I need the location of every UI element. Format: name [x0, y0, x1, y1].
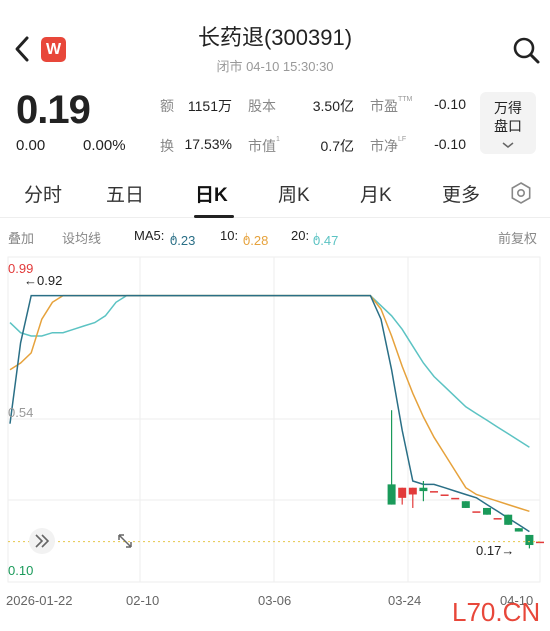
amount-label: 额: [160, 98, 174, 114]
turnover-label: 换: [160, 138, 174, 154]
candle-body: [451, 497, 460, 500]
ma10-label: 10:: [220, 228, 239, 243]
turnover-value: 17.53%: [184, 136, 232, 152]
candle-body: [514, 528, 523, 532]
overlay-button[interactable]: 叠加: [8, 228, 34, 247]
market-status: 闭市 04-10 15:30:30: [216, 59, 334, 74]
x-label: 02-10: [126, 593, 159, 608]
y-label-low: 0.10: [8, 563, 33, 578]
candle-body: [483, 507, 491, 515]
min-annotation: 0.17→: [476, 543, 514, 558]
wd-line1: 万得: [494, 100, 522, 116]
active-tab-indicator: [194, 215, 234, 218]
ma5-value: 0.23 ↓: [170, 228, 196, 248]
price-change-pct: 0.00%: [83, 137, 126, 154]
period-tabs: 分时 五日 日K 周K 月K 更多: [0, 166, 550, 218]
adjust-button[interactable]: 前复权: [498, 228, 537, 247]
ma5-label: MA5:: [134, 228, 165, 243]
chevron-down-icon: [502, 142, 514, 148]
candle-body: [387, 484, 396, 505]
mktcap-label: 市值1: [248, 136, 280, 154]
wd-line2: 盘口: [494, 118, 522, 134]
ma20-line: [9, 294, 530, 448]
ma5-line: [9, 294, 530, 533]
candles: [387, 410, 544, 549]
candle-body: [419, 487, 428, 492]
tab-monthly-k[interactable]: 月K: [360, 180, 392, 207]
candle-body: [408, 487, 417, 495]
ma-lines: [9, 294, 530, 533]
indicator-bar: 叠加 设均线 MA5: 0.23 ↓ 10: 0.28 ↓ 20: 0.47 ↓ 前复…: [0, 223, 550, 249]
shares-label: 股本: [248, 98, 276, 114]
candle-body: [525, 534, 534, 546]
ma10-value: 0.28 ↓: [243, 228, 269, 248]
candle-body: [461, 501, 470, 508]
tab-intraday[interactable]: 分时: [24, 180, 62, 207]
watermark: L70.CN: [452, 597, 540, 627]
shares-value: 3.50亿: [312, 98, 354, 114]
ma20-value: 0.47 ↓: [313, 228, 339, 248]
wind-orderbook-button[interactable]: 万得 盘口: [480, 92, 536, 154]
pb-value: -0.10: [434, 136, 466, 152]
header: W 长药退(300391) 闭市 04-10 15:30:30: [0, 0, 550, 82]
grid: [7, 256, 541, 583]
search-icon[interactable]: [510, 34, 542, 66]
ma10-line: [9, 294, 530, 513]
y-label-mid: 0.54: [8, 405, 33, 420]
page-title: 长药退(300391): [197, 25, 353, 50]
stock-detail-screen: W 长药退(300391) 闭市 04-10 15:30:30 0.19 0.0…: [0, 0, 550, 631]
gear-icon[interactable]: [509, 181, 533, 205]
pe-label: 市盈TTM: [370, 96, 413, 114]
candle-body: [493, 518, 502, 520]
candle-body: [398, 487, 407, 498]
candle-body: [430, 491, 438, 493]
amount-value: 1151万: [187, 98, 232, 114]
pe-value: -0.10: [434, 96, 466, 112]
quote-panel: 0.19 0.00 0.00% 额 1151万 换 17.53% 股本 3.50…: [0, 82, 550, 164]
ma20-label: 20:: [291, 228, 310, 243]
x-label: 03-24: [388, 593, 421, 608]
mktcap-value: 0.7亿: [320, 138, 354, 154]
last-price: 0.19: [16, 88, 91, 132]
pb-label: 市净LF: [370, 136, 407, 154]
candle-body: [472, 511, 481, 513]
kline-chart[interactable]: 0.99 0.54 0.10 ←0.92 0.17→ 2026-01-22 02…: [0, 249, 550, 631]
price-change: 0.00: [16, 137, 46, 154]
tab-daily-k[interactable]: 日K: [195, 180, 228, 207]
set-ma-button[interactable]: 设均线: [62, 228, 101, 247]
expand-arrows-icon[interactable]: [118, 534, 132, 548]
x-label: 03-06: [258, 593, 291, 608]
x-label: 2026-01-22: [6, 593, 73, 608]
max-annotation: ←0.92: [24, 273, 62, 288]
tab-five-day[interactable]: 五日: [106, 180, 144, 207]
tab-weekly-k[interactable]: 周K: [278, 180, 310, 207]
candle-body: [504, 514, 513, 525]
tab-more[interactable]: 更多: [442, 180, 480, 207]
double-chevron-right-icon[interactable]: [29, 528, 55, 554]
candle-body: [440, 494, 449, 496]
